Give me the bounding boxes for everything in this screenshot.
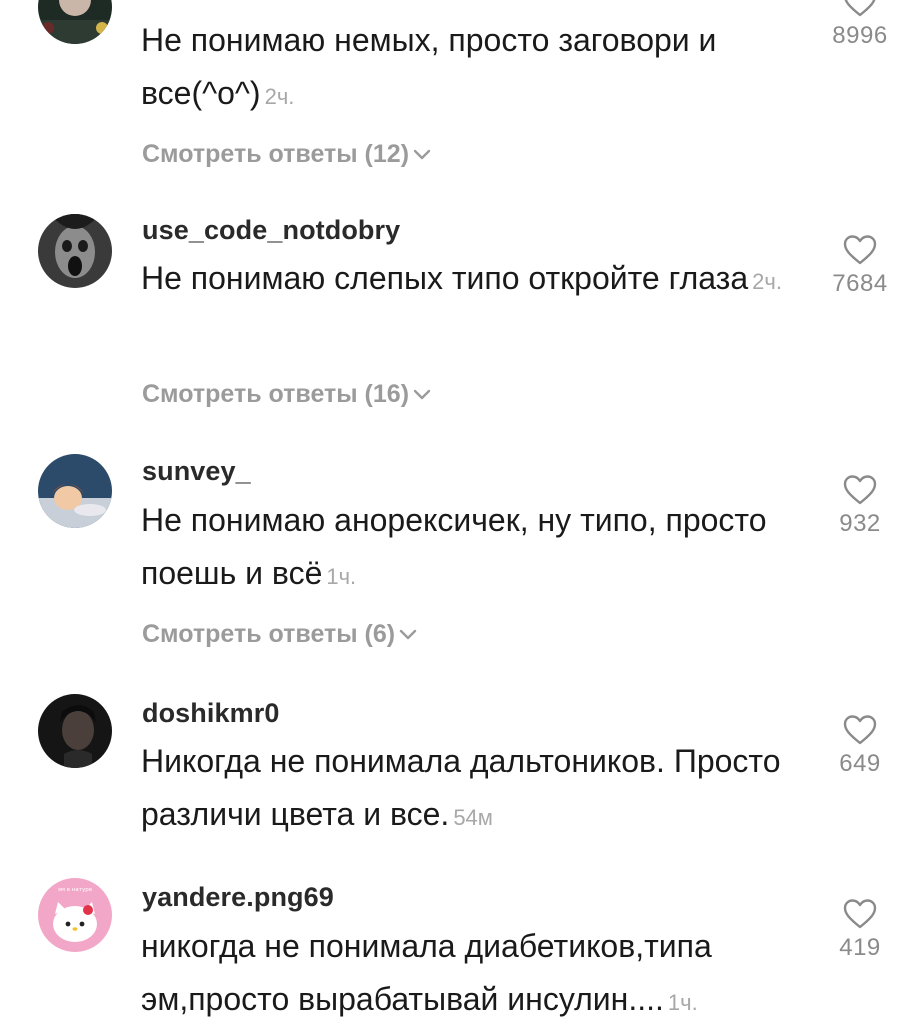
- like-count: 932: [839, 510, 881, 537]
- comment-time: 2ч.: [752, 269, 782, 294]
- comment-time: 1ч.: [326, 564, 357, 589]
- comment-text: Не понимаю анорексичек, ну типо, просто …: [141, 502, 767, 591]
- avatar[interactable]: [38, 694, 112, 768]
- heart-outline-icon: [843, 235, 877, 265]
- avatar[interactable]: [38, 214, 112, 288]
- view-replies-button[interactable]: Смотреть ответы (12): [142, 140, 431, 169]
- comment-text: Не понимаю немых, просто заговори и все(…: [141, 22, 717, 111]
- chevron-down-icon: [413, 390, 431, 400]
- like-button[interactable]: 649: [810, 714, 910, 778]
- avatar[interactable]: эм в натуре: [38, 878, 112, 952]
- like-button[interactable]: 932: [810, 474, 910, 538]
- like-count: 419: [839, 934, 881, 961]
- comment-username[interactable]: doshikmr0: [142, 698, 279, 729]
- avatar-caption: эм в натуре: [58, 887, 93, 893]
- comment-time: 54м: [453, 805, 493, 830]
- comment-text: никогда не понимала диабетиков,типа эм,п…: [141, 928, 712, 1017]
- avatar[interactable]: [38, 454, 112, 528]
- like-button[interactable]: 7684: [810, 234, 910, 298]
- comment-username[interactable]: sunvey_: [142, 456, 251, 487]
- comment-username[interactable]: yandere.png69: [142, 882, 334, 913]
- comment-text: Не понимаю слепых типо откройте глаза 2ч.: [141, 260, 782, 296]
- heart-outline-icon: [843, 715, 877, 745]
- avatar[interactable]: [38, 0, 112, 44]
- like-button[interactable]: 8996: [810, 0, 910, 50]
- comment-username[interactable]: use_code_notdobry: [142, 215, 400, 246]
- heart-outline-icon: [843, 899, 877, 929]
- view-replies-button[interactable]: Смотреть ответы (16): [142, 380, 431, 409]
- comment-time: 2ч.: [264, 84, 295, 109]
- like-count: 8996: [832, 22, 888, 49]
- dark-profile-avatar-icon: [38, 694, 112, 768]
- cartoon-girl-avatar-icon: [38, 454, 112, 528]
- like-button[interactable]: 419: [810, 898, 910, 962]
- hello-kitty-avatar-icon: эм в натуре: [38, 878, 112, 952]
- screaming-face-avatar-icon: [38, 214, 112, 288]
- like-count: 649: [839, 750, 881, 777]
- comment-time: 1ч.: [667, 990, 698, 1015]
- chevron-down-icon: [399, 630, 417, 640]
- dark-portrait-avatar-icon: [38, 0, 112, 44]
- heart-outline-icon: [844, 0, 876, 17]
- view-replies-button[interactable]: Смотреть ответы (6): [142, 620, 417, 649]
- heart-outline-icon: [843, 475, 877, 505]
- chevron-down-icon: [413, 150, 431, 160]
- comment-text: Никогда не понимала дальтоников. Просто …: [141, 743, 781, 832]
- like-count: 7684: [832, 270, 888, 297]
